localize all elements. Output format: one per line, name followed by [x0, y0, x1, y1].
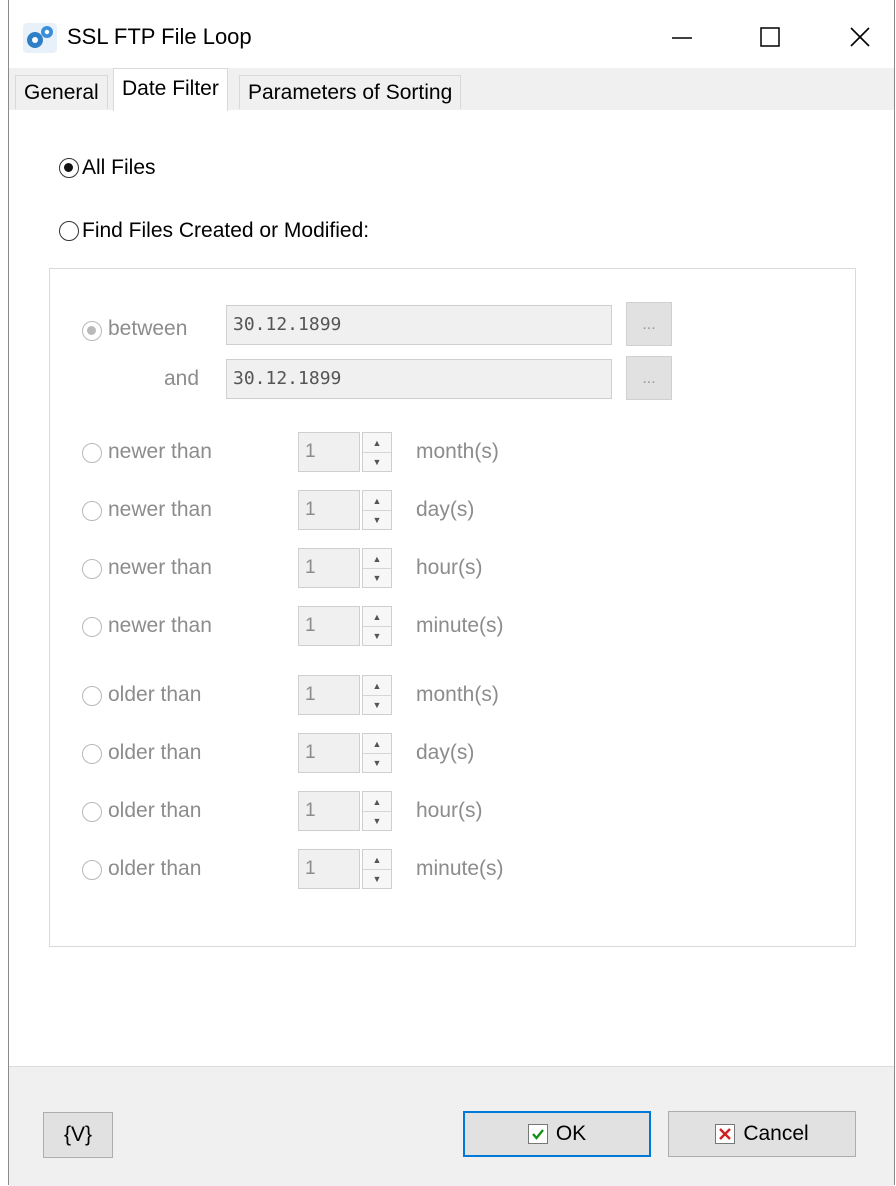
newer-than-day-value[interactable]: 1 [298, 490, 360, 530]
window-title: SSL FTP File Loop [67, 24, 252, 49]
older-than-month-value[interactable]: 1 [298, 675, 360, 715]
all-files-label[interactable]: All Files [82, 156, 156, 180]
newer-than-minute-spinner[interactable]: ▲ ▼ [362, 606, 392, 646]
newer-than-minute-radio[interactable] [82, 617, 102, 637]
cancel-button[interactable]: Cancel [668, 1111, 856, 1157]
between-label[interactable]: between [108, 317, 187, 341]
spin-down-icon[interactable]: ▼ [363, 869, 391, 888]
spin-down-icon[interactable]: ▼ [363, 695, 391, 714]
newer-than-hour-value[interactable]: 1 [298, 548, 360, 588]
newer-than-day-spinner[interactable]: ▲ ▼ [362, 490, 392, 530]
older-than-month-radio[interactable] [82, 686, 102, 706]
cancel-x-icon [715, 1124, 736, 1144]
tab-parameters-of-sorting[interactable]: Parameters of Sorting [239, 75, 462, 109]
newer-than-hour-unit: hour(s) [416, 556, 483, 579]
between-radio[interactable] [82, 321, 102, 341]
dialog-window: SSL FTP File Loop General Date Filter Pa… [8, 0, 895, 1186]
spin-up-icon[interactable]: ▲ [363, 433, 391, 453]
and-date-browse-button[interactable]: ... [626, 356, 672, 400]
spin-down-icon[interactable]: ▼ [363, 626, 391, 645]
newer-than-minute-label[interactable]: newer than [108, 614, 212, 638]
minimize-button[interactable] [657, 14, 707, 60]
newer-than-month-value[interactable]: 1 [298, 432, 360, 472]
older-than-hour-label[interactable]: older than [108, 799, 201, 823]
older-than-minute-radio[interactable] [82, 860, 102, 880]
older-than-day-value[interactable]: 1 [298, 733, 360, 773]
all-files-radio[interactable] [59, 158, 79, 178]
spin-up-icon[interactable]: ▲ [363, 850, 391, 870]
newer-than-hour-spinner[interactable]: ▲ ▼ [362, 548, 392, 588]
older-than-minute-spinner[interactable]: ▲ ▼ [362, 849, 392, 889]
newer-than-minute-value[interactable]: 1 [298, 606, 360, 646]
ok-button[interactable]: OK [463, 1111, 651, 1157]
newer-than-day-unit: day(s) [416, 498, 475, 521]
tab-strip: General Date Filter Parameters of Sortin… [9, 68, 894, 111]
and-label: and [164, 367, 200, 390]
variables-button-label: {V} [63, 1123, 93, 1146]
older-than-minute-value[interactable]: 1 [298, 849, 360, 889]
older-than-day-unit: day(s) [416, 741, 475, 764]
date-range-group: between 30.12.1899 ... and 30.12.1899 ..… [49, 268, 856, 947]
spin-down-icon[interactable]: ▼ [363, 753, 391, 772]
app-gear-icon [23, 23, 57, 53]
older-than-month-spinner[interactable]: ▲ ▼ [362, 675, 392, 715]
older-than-day-spinner[interactable]: ▲ ▼ [362, 733, 392, 773]
cancel-button-label: Cancel [743, 1122, 809, 1145]
spin-up-icon[interactable]: ▲ [363, 491, 391, 511]
older-than-month-unit: month(s) [416, 683, 499, 706]
spin-up-icon[interactable]: ▲ [363, 734, 391, 754]
spin-up-icon[interactable]: ▲ [363, 792, 391, 812]
maximize-button[interactable] [745, 14, 795, 60]
ok-button-label: OK [555, 1122, 587, 1145]
maximize-icon [760, 27, 780, 47]
variables-button[interactable]: {V} [43, 1112, 113, 1158]
title-bar[interactable]: SSL FTP File Loop [9, 0, 894, 68]
older-than-hour-value[interactable]: 1 [298, 791, 360, 831]
newer-than-month-spinner[interactable]: ▲ ▼ [362, 432, 392, 472]
newer-than-minute-unit: minute(s) [416, 614, 504, 637]
newer-than-month-label[interactable]: newer than [108, 440, 212, 464]
tab-date-filter[interactable]: Date Filter [113, 68, 228, 111]
find-files-label[interactable]: Find Files Created or Modified: [82, 219, 369, 243]
spin-up-icon[interactable]: ▲ [363, 549, 391, 569]
spin-down-icon[interactable]: ▼ [363, 510, 391, 529]
newer-than-hour-radio[interactable] [82, 559, 102, 579]
dialog-footer: {V} OK Cancel [9, 1066, 894, 1186]
spin-down-icon[interactable]: ▼ [363, 568, 391, 587]
older-than-minute-unit: minute(s) [416, 857, 504, 880]
newer-than-day-label[interactable]: newer than [108, 498, 212, 522]
spin-down-icon[interactable]: ▼ [363, 452, 391, 471]
between-date-browse-button[interactable]: ... [626, 302, 672, 346]
older-than-day-label[interactable]: older than [108, 741, 201, 765]
older-than-month-label[interactable]: older than [108, 683, 201, 707]
and-date-input[interactable]: 30.12.1899 [226, 359, 612, 399]
spin-down-icon[interactable]: ▼ [363, 811, 391, 830]
minimize-icon [672, 37, 692, 39]
close-icon [850, 27, 870, 47]
older-than-minute-label[interactable]: older than [108, 857, 201, 881]
close-button[interactable] [835, 14, 885, 60]
between-date-input[interactable]: 30.12.1899 [226, 305, 612, 345]
older-than-hour-radio[interactable] [82, 802, 102, 822]
check-icon [527, 1124, 548, 1144]
spin-up-icon[interactable]: ▲ [363, 607, 391, 627]
newer-than-month-unit: month(s) [416, 440, 499, 463]
older-than-hour-unit: hour(s) [416, 799, 483, 822]
newer-than-month-radio[interactable] [82, 443, 102, 463]
newer-than-hour-label[interactable]: newer than [108, 556, 212, 580]
date-filter-panel: All Files Find Files Created or Modified… [9, 110, 894, 1066]
older-than-day-radio[interactable] [82, 744, 102, 764]
tab-general[interactable]: General [15, 75, 108, 109]
newer-than-day-radio[interactable] [82, 501, 102, 521]
spin-up-icon[interactable]: ▲ [363, 676, 391, 696]
older-than-hour-spinner[interactable]: ▲ ▼ [362, 791, 392, 831]
find-files-radio[interactable] [59, 221, 79, 241]
